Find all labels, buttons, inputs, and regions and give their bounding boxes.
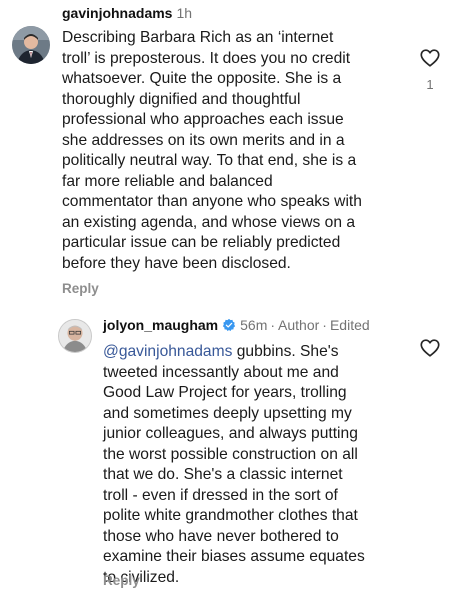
text-line: commentator than anyone who speaks with [62,193,362,210]
heart-outline-icon[interactable] [419,47,441,69]
reply-button[interactable]: Reply [62,281,99,296]
comment-text: @gavinjohnadams gubbins. She's tweeted i… [103,342,413,588]
comment-jolyon_maugham: jolyon_maugham 56m · Author · Edited @gavinjo… [0,305,462,600]
text-line: the worst possible construction on all [103,445,358,463]
text-line: to civilized. [103,568,180,586]
edited-label: Edited [329,317,370,333]
comments-thread: gavinjohnadams 1h Describing Barbara Rich… [0,0,462,600]
text-line: an existing agenda, and whose views on a [62,213,356,231]
text-line: junior colleagues, and always putting [103,425,358,442]
text-line: professional who approaches each issue [62,111,344,128]
username[interactable]: jolyon_maugham [103,317,218,333]
text-line: @gavinjohnadams gubbins. She's [103,342,413,363]
timestamp: 56m [240,317,268,333]
comment-header: jolyon_maugham 56m · Author · Edited [103,316,370,334]
text-line: polite white grandmother clothes that [103,507,358,524]
text-line: examine their biases assume equates [103,548,365,565]
text-line: troll - even if dressed in the sort of [103,486,338,504]
reply-button[interactable]: Reply [103,573,140,588]
text-line: and sometimes deeply upsetting my [103,404,352,422]
like-count: 1 [426,77,434,92]
comment-text: Describing Barbara Rich as an ‘internet … [62,28,412,274]
text-line: particular issue can be reliably predict… [62,234,341,251]
text-line: before they have been disclosed. [62,254,291,272]
mention-link[interactable]: @gavinjohnadams [103,343,232,360]
username[interactable]: gavinjohnadams [62,5,172,21]
text-line: tweeted incessantly about me and [103,363,339,381]
text-line: those who have never bothered to [103,527,339,545]
text-line: troll’ is preposterous. It does you no c… [62,49,351,67]
text-line: Good Law Project for years, trolling [103,384,347,401]
text-segment: gubbins. She's [232,343,339,360]
timestamp: 1h [176,5,193,21]
heart-outline-icon[interactable] [419,337,441,359]
text-line: far more reliable and balanced [62,172,273,190]
avatar[interactable] [12,26,50,64]
text-line: whatsoever. Quite the opposite. She is a [62,70,342,87]
text-line: that we do. She's a classic internet [103,466,343,483]
avatar[interactable] [58,319,92,353]
separator: · [270,317,276,333]
text-line: thoroughly dignified and thoughtful [62,90,301,108]
separator: · [322,317,327,333]
verified-badge-icon [222,318,236,332]
text-line: she addresses on its own merits and in a [62,131,345,149]
comment-header: gavinjohnadams 1h [62,4,192,22]
text-line: Describing Barbara Rich as an ‘internet [62,29,334,46]
text-line: politically neutral way. To that end, sh… [62,152,357,169]
comment-gavinjohnadams: gavinjohnadams 1h Describing Barbara Rich… [0,0,462,305]
author-label: Author [278,317,320,333]
